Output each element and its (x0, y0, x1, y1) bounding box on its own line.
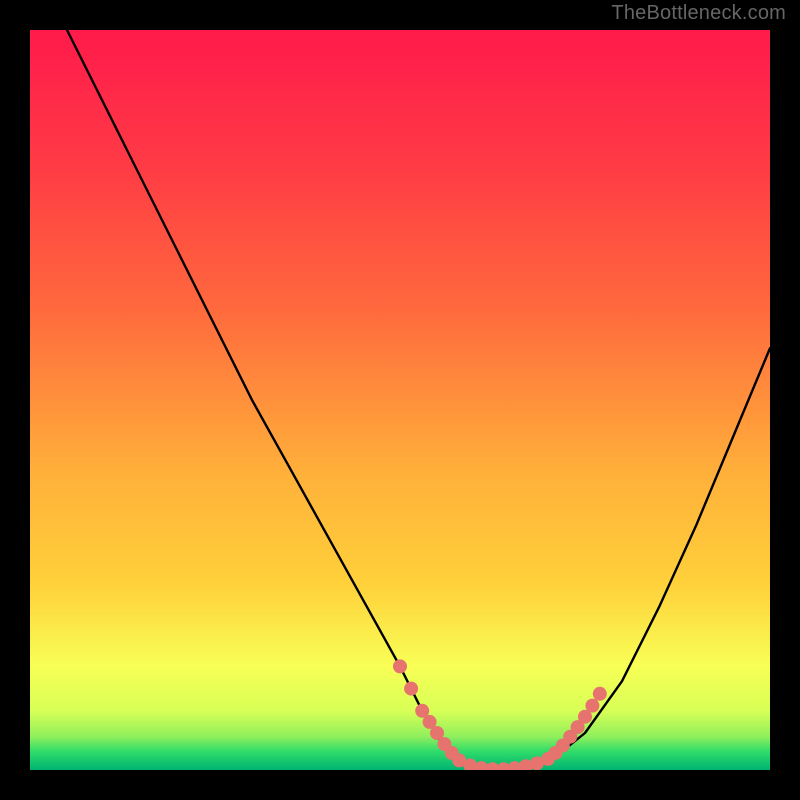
marker-dot (593, 687, 607, 701)
plot-area (30, 30, 770, 770)
marker-dot (404, 682, 418, 696)
watermark-text: TheBottleneck.com (611, 2, 786, 25)
chart-stage: TheBottleneck.com (0, 0, 800, 800)
marker-dot (585, 699, 599, 713)
bottleneck-chart (30, 30, 770, 770)
marker-dot (393, 659, 407, 673)
gradient-background (30, 30, 770, 770)
